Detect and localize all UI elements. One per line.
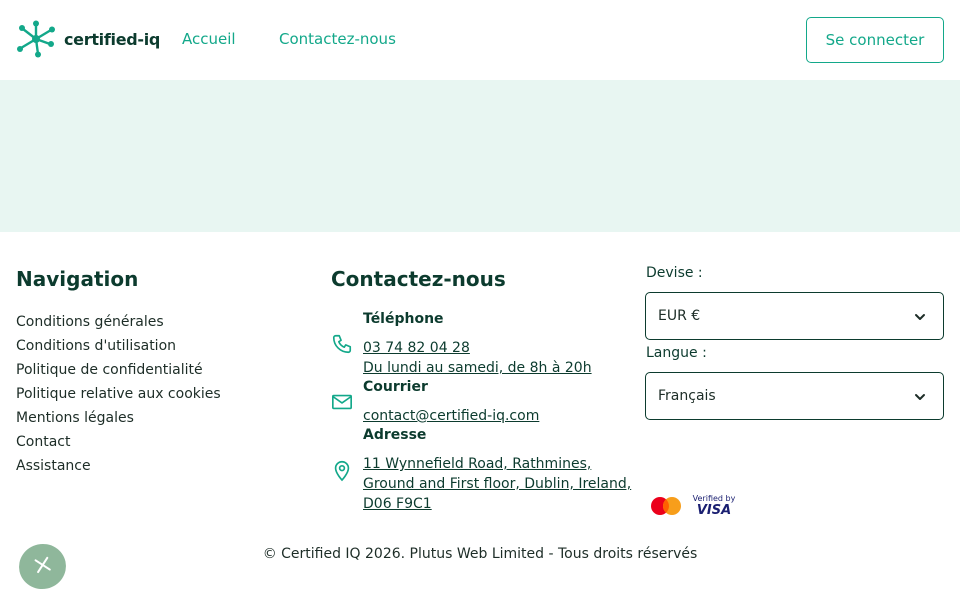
logo-text: certified-iq [64,29,161,49]
footer-link-terms[interactable]: Conditions générales [16,312,221,336]
footer-link-contact[interactable]: Contact [16,432,221,456]
visa-brand-text: VISA [696,503,732,518]
nav-link-contact[interactable]: Contactez-nous [279,30,396,48]
logo-icon [16,20,58,58]
address-line-3[interactable]: D06 F9C1 [363,494,432,514]
phone-icon [331,333,353,359]
visa-icon: Verified by VISA [692,494,736,518]
phone-number-link[interactable]: 03 74 82 04 28 [363,338,470,358]
navigation-title: Navigation [16,267,139,291]
contact-title: Contactez-nous [331,267,506,291]
chevron-down-icon [913,310,927,328]
chevron-down-icon [913,390,927,408]
site-header: certified-iq Accueil Contactez-nous Se c… [0,0,960,80]
language-select[interactable]: Français [645,372,944,420]
footer-link-terms-of-use[interactable]: Conditions d'utilisation [16,336,221,360]
footer-link-privacy[interactable]: Politique de confidentialité [16,360,221,384]
mail-icon [331,392,353,416]
footer-nav-list: Conditions générales Conditions d'utilis… [16,312,221,480]
address-line-1[interactable]: 11 Wynnefield Road, Rathmines, [363,454,591,474]
currency-select[interactable]: EUR € [645,292,944,340]
footer-link-support[interactable]: Assistance [16,456,221,480]
login-button[interactable]: Se connecter [806,17,944,63]
copyright: © Certified IQ 2026. Plutus Web Limited … [262,546,698,562]
language-value: Français [658,388,716,404]
address-label: Adresse [363,427,427,443]
nav-link-home[interactable]: Accueil [182,30,236,48]
mail-label: Courrier [363,379,428,395]
hero-band [0,80,960,232]
currency-value: EUR € [658,308,701,324]
mail-address-link[interactable]: contact@certified-iq.com [363,406,539,426]
mastercard-icon [649,496,683,520]
phone-label: Téléphone [363,311,444,327]
phone-hours-link[interactable]: Du lundi au samedi, de 8h à 20h [363,358,592,378]
footer-link-cookies[interactable]: Politique relative aux cookies [16,384,221,408]
close-icon [33,555,53,578]
language-label: Langue : [646,345,707,361]
address-line-2[interactable]: Ground and First floor, Dublin, Ireland, [363,474,631,494]
location-pin-icon [331,458,353,486]
logo[interactable]: certified-iq [16,20,160,58]
currency-label: Devise : [646,265,703,281]
footer-link-legal[interactable]: Mentions légales [16,408,221,432]
